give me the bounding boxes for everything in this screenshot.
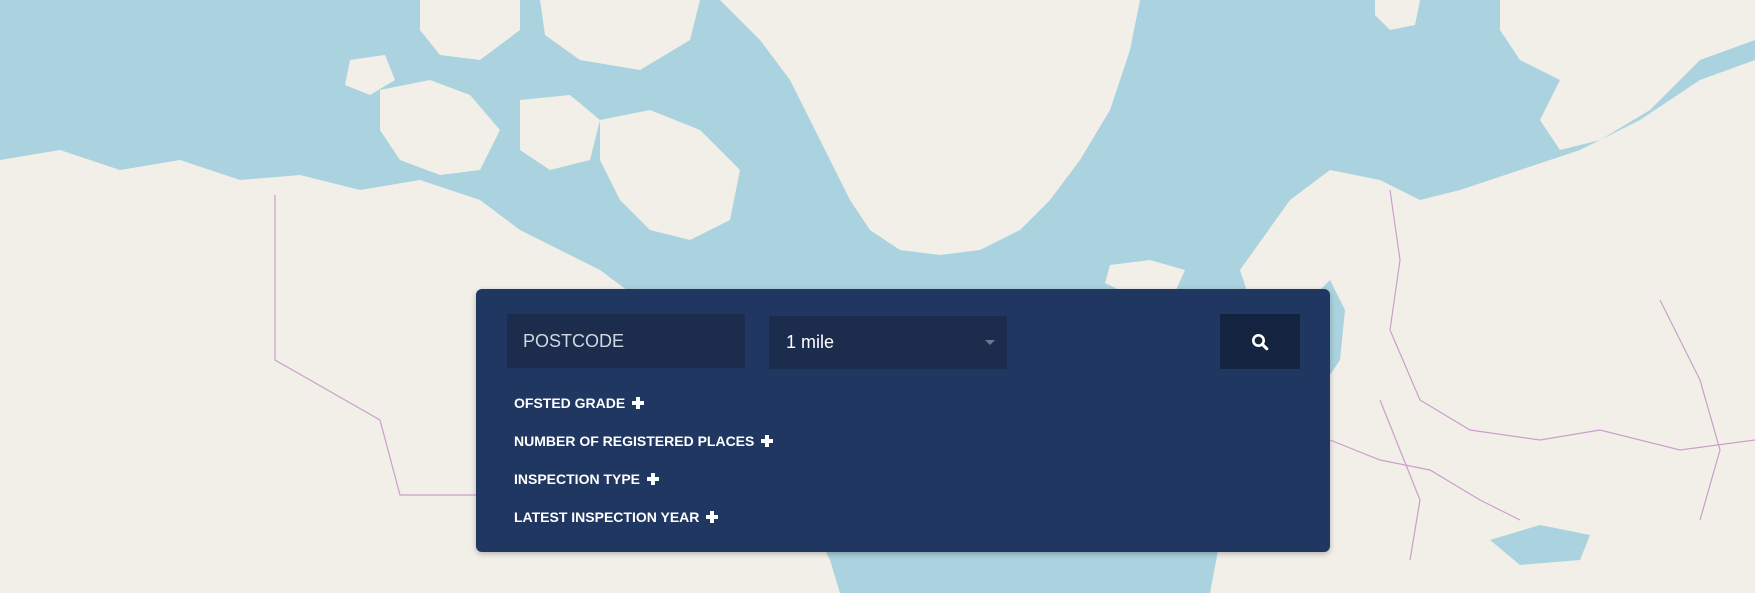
filter-registered-places[interactable]: NUMBER OF REGISTERED PLACES <box>514 422 774 460</box>
distance-selected-value: 1 mile <box>786 332 835 352</box>
postcode-input[interactable] <box>507 314 745 368</box>
plus-icon <box>632 397 645 409</box>
chevron-down-icon <box>985 340 995 345</box>
filter-list: OFSTED GRADE NUMBER OF REGISTERED PLACES… <box>514 384 774 536</box>
plus-icon <box>761 435 774 447</box>
filter-label: INSPECTION TYPE <box>514 471 641 487</box>
filter-label: OFSTED GRADE <box>514 395 626 411</box>
plus-icon <box>647 473 660 485</box>
filter-latest-inspection-year[interactable]: LATEST INSPECTION YEAR <box>514 498 773 536</box>
page: 1 mile OFSTED GRADE NUMBER OF REGISTERED… <box>0 0 1755 593</box>
filter-label: NUMBER OF REGISTERED PLACES <box>514 433 755 449</box>
filter-inspection-type[interactable]: INSPECTION TYPE <box>514 460 773 498</box>
distance-select[interactable]: 1 mile <box>769 316 1007 369</box>
search-button[interactable] <box>1220 314 1300 369</box>
filter-label: LATEST INSPECTION YEAR <box>514 509 700 525</box>
search-icon <box>1252 333 1269 350</box>
plus-icon <box>706 511 719 523</box>
search-panel: 1 mile OFSTED GRADE NUMBER OF REGISTERED… <box>476 289 1330 552</box>
filter-ofsted-grade[interactable]: OFSTED GRADE <box>514 384 773 422</box>
